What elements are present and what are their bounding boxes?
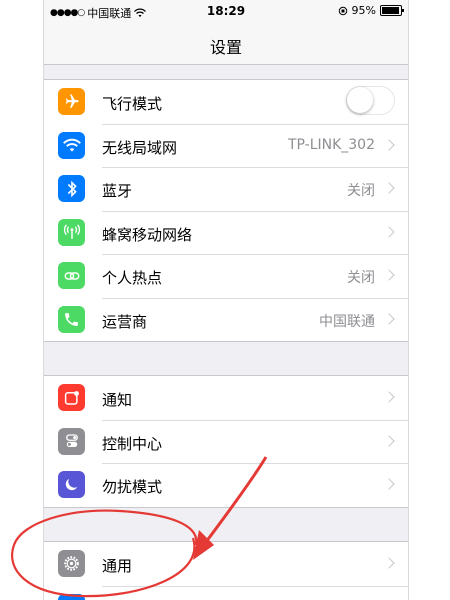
chevron-right-icon xyxy=(383,557,395,569)
row-value: 关闭 xyxy=(347,183,375,199)
chevron-right-icon xyxy=(383,269,395,281)
toggle-knob xyxy=(347,87,373,113)
row-label: 无线局域网 xyxy=(102,138,178,157)
phone-icon xyxy=(58,305,85,333)
settings-group-connectivity: 飞行模式 无线局域网 TP-LINK_302 蓝牙 关闭 蜂窝移动网络 个人热点… xyxy=(44,79,408,342)
row-general[interactable]: 通用 xyxy=(44,542,408,586)
row-label: 通知 xyxy=(102,391,133,409)
row-label: 个人热点 xyxy=(102,269,163,287)
moon-icon xyxy=(58,471,85,498)
chevron-right-icon xyxy=(383,391,395,403)
battery-percentage: 95% xyxy=(351,4,376,17)
row-bluetooth[interactable]: 蓝牙 关闭 xyxy=(44,167,408,211)
row-label: 通用 xyxy=(102,557,133,575)
row-control-center[interactable]: 控制中心 xyxy=(44,419,408,464)
airplane-icon xyxy=(58,88,85,115)
row-cellular[interactable]: 蜂窝移动网络 xyxy=(44,210,408,255)
gear-icon xyxy=(58,550,85,577)
notifications-icon xyxy=(58,384,85,411)
row-do-not-disturb[interactable]: 勿扰模式 xyxy=(44,463,408,507)
row-value: 中国联通 xyxy=(319,313,375,330)
row-next-partial[interactable] xyxy=(44,585,408,600)
bluetooth-icon xyxy=(58,175,85,202)
wifi-icon xyxy=(58,131,85,159)
row-label: 蜂窝移动网络 xyxy=(102,225,193,244)
chevron-right-icon xyxy=(383,434,395,447)
chevron-right-icon xyxy=(383,138,395,151)
row-value: 关闭 xyxy=(347,270,375,286)
settings-group-notifications: 通知 控制中心 勿扰模式 xyxy=(44,375,408,508)
settings-group-general: 通用 xyxy=(44,541,408,600)
control-center-icon xyxy=(58,427,85,455)
rotation-lock-icon xyxy=(338,6,347,15)
chevron-right-icon xyxy=(383,182,395,194)
row-airplane-mode[interactable]: 飞行模式 xyxy=(44,80,408,124)
page-title: 设置 xyxy=(209,38,242,57)
airplane-mode-toggle[interactable] xyxy=(346,86,395,115)
row-notifications[interactable]: 通知 xyxy=(44,376,408,420)
row-wifi[interactable]: 无线局域网 TP-LINK_302 xyxy=(44,123,408,168)
cellular-icon xyxy=(58,218,85,246)
row-label: 勿扰模式 xyxy=(102,478,163,496)
row-personal-hotspot[interactable]: 个人热点 关闭 xyxy=(44,254,408,298)
battery-icon xyxy=(380,5,404,16)
chevron-right-icon xyxy=(383,225,395,238)
row-label: 控制中心 xyxy=(102,434,163,453)
row-label: 运营商 xyxy=(102,312,148,331)
row-label: 飞行模式 xyxy=(102,95,163,113)
hotspot-icon xyxy=(58,262,85,289)
navigation-bar: 设置 xyxy=(44,24,408,65)
chevron-right-icon xyxy=(383,312,395,325)
settings-screen: ●●●●○ 中国联通 18:29 95% 设置 飞行模式 无线局域网 TP-LI… xyxy=(43,0,409,600)
row-value: TP-LINK_302 xyxy=(287,136,375,153)
partial-icon xyxy=(58,593,85,600)
row-carrier[interactable]: 运营商 中国联通 xyxy=(44,297,408,342)
status-bar: ●●●●○ 中国联通 18:29 95% xyxy=(44,0,408,24)
row-label: 蓝牙 xyxy=(102,182,133,200)
chevron-right-icon xyxy=(383,478,395,490)
